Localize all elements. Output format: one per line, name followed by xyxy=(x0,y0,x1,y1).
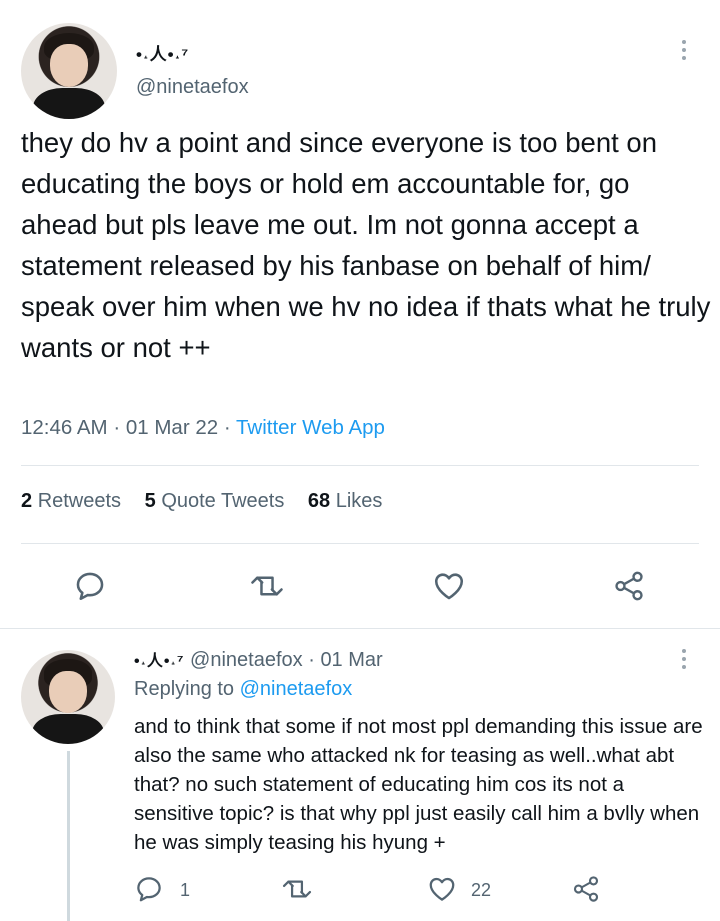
reply-author-name[interactable]: •˔人•˔⁷ xyxy=(134,653,184,670)
reply-text: and to think that some if not most ppl d… xyxy=(134,715,703,854)
reply-author-handle[interactable]: @ninetaefox xyxy=(190,649,303,671)
replying-to-handle-link[interactable]: @ninetaefox xyxy=(240,678,353,700)
meta-separator: · xyxy=(223,416,231,439)
share-icon[interactable] xyxy=(611,569,647,603)
main-tweet: •˔人•˔⁷ @ninetaefox they do hv a point an… xyxy=(0,0,720,628)
author-handle[interactable]: @ninetaefox xyxy=(136,76,249,99)
more-options-icon[interactable] xyxy=(679,38,689,62)
like-heart-icon[interactable] xyxy=(431,569,467,603)
retweets-stat[interactable]: 2 Retweets xyxy=(21,490,121,512)
tweet-text: they do hv a point and since everyone is… xyxy=(21,127,711,363)
avatar[interactable] xyxy=(21,23,117,119)
reply-share-icon[interactable] xyxy=(570,874,602,904)
retweet-icon[interactable] xyxy=(249,569,285,603)
reply-avatar[interactable] xyxy=(21,650,115,744)
reply-icon[interactable] xyxy=(73,569,107,603)
thread-line xyxy=(67,751,70,921)
tweet-source-link[interactable]: Twitter Web App xyxy=(236,416,385,439)
reply-more-options-icon[interactable] xyxy=(679,647,689,671)
divider xyxy=(21,465,699,466)
replying-to-label: Replying to xyxy=(134,678,235,700)
reply-separator: · xyxy=(308,649,315,671)
like-count: 22 xyxy=(471,880,492,900)
reply-reply-icon[interactable] xyxy=(134,874,164,904)
quote-tweets-stat[interactable]: 5 Quote Tweets xyxy=(145,490,285,512)
reply-like-heart-icon[interactable] xyxy=(426,874,458,904)
reply-header: •˔人•˔⁷ @ninetaefox · 01 Mar xyxy=(134,647,383,672)
replying-to-line: Replying to @ninetaefox xyxy=(134,678,352,701)
reply-count: 1 xyxy=(180,880,191,900)
author-display-name[interactable]: •˔人•˔⁷ xyxy=(136,40,189,65)
tweet-stats: 2 Retweets 5 Quote Tweets 68 Likes xyxy=(21,490,400,513)
divider xyxy=(21,543,699,544)
reply-date[interactable]: 01 Mar xyxy=(320,649,382,671)
likes-stat[interactable]: 68 Likes xyxy=(308,490,383,512)
tweet-date[interactable]: 01 Mar 22 xyxy=(126,416,218,439)
tweet-meta: 12:46 AM · 01 Mar 22 · Twitter Web App xyxy=(21,416,385,440)
tweet-time[interactable]: 12:46 AM xyxy=(21,416,108,439)
reply-retweet-icon[interactable] xyxy=(281,874,313,904)
meta-separator: · xyxy=(113,416,121,439)
